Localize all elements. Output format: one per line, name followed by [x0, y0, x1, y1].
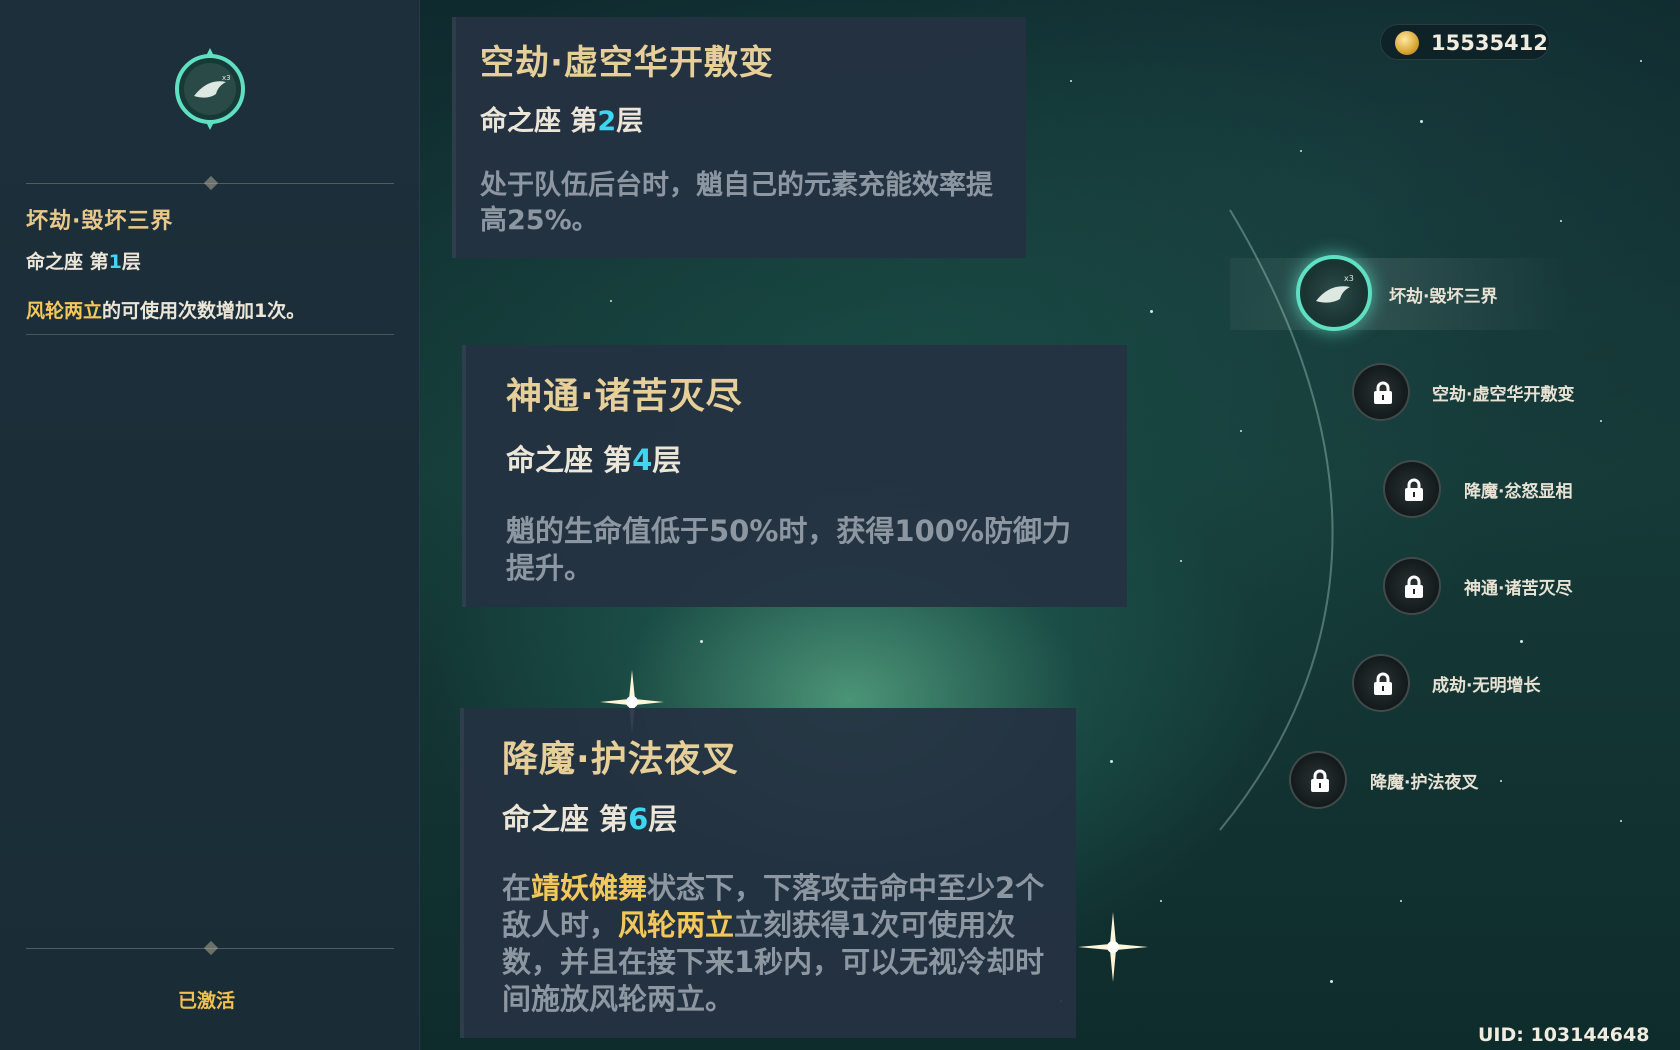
lock-icon — [1405, 575, 1423, 598]
constellation-emblem-icon: x3 — [1316, 274, 1354, 303]
svg-text:x3: x3 — [1344, 274, 1354, 283]
lock-icon — [1374, 672, 1392, 695]
constellation-node-label[interactable]: 空劫·虚空华开敷变 — [1432, 380, 1574, 405]
constellation-node-label[interactable]: 成劫·无明增长 — [1432, 671, 1540, 696]
constellation-node-label[interactable]: 降魔·忿怒显相 — [1464, 477, 1572, 502]
constellation-node-3[interactable] — [1383, 460, 1441, 518]
constellation-node-6[interactable] — [1289, 751, 1347, 809]
constellation-node-2[interactable] — [1352, 363, 1410, 421]
constellation-node-1[interactable]: x3 — [1296, 255, 1372, 331]
constellation-arc — [1219, 209, 1334, 831]
constellation-node-label[interactable]: 神通·诸苦灭尽 — [1464, 574, 1572, 599]
uid-label: UID: 103144648 — [1478, 1024, 1650, 1046]
lock-icon — [1374, 381, 1392, 404]
constellation-node-5[interactable] — [1352, 654, 1410, 712]
constellation-node-label[interactable]: 降魔·护法夜叉 — [1370, 768, 1478, 793]
constellation-node-label[interactable]: 坏劫·毁坏三界 — [1389, 282, 1497, 307]
constellation-node-4[interactable] — [1383, 557, 1441, 615]
lock-icon — [1311, 769, 1329, 792]
lock-icon — [1405, 478, 1423, 501]
